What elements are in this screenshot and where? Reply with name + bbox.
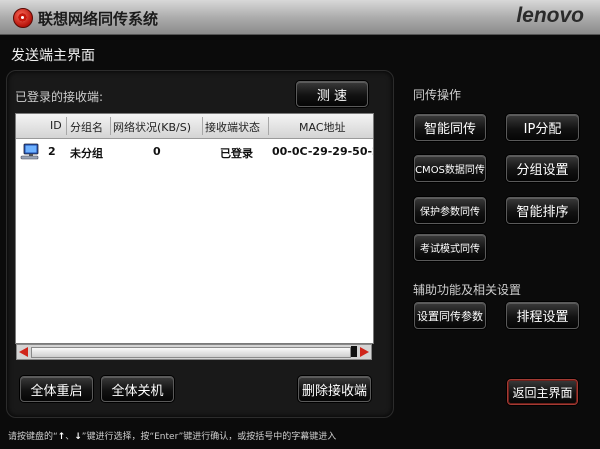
exam-mode-sync-button[interactable]: 考试模式同传: [414, 234, 486, 261]
logged-in-receivers-label: 已登录的接收端:: [15, 90, 104, 104]
scroll-thumb[interactable]: [31, 347, 351, 358]
app-title: 联想网络同传系统: [38, 10, 159, 28]
set-sync-params-button[interactable]: 设置同传参数: [414, 302, 486, 329]
title-bar: 联想网络同传系统 lenovo: [0, 0, 600, 35]
shutdown-all-button[interactable]: 全体关机: [101, 376, 174, 402]
delete-receiver-button[interactable]: 删除接收端: [298, 376, 371, 402]
table-row[interactable]: 2 未分组 0 已登录 00-0C-29-29-50-2E: [16, 141, 373, 163]
col-mac[interactable]: MAC地址: [299, 119, 346, 135]
scroll-end-marker: [351, 346, 357, 357]
group-settings-button[interactable]: 分组设置: [506, 155, 579, 182]
page-title: 发送端主界面: [11, 48, 95, 64]
list-header: ID 分组名 网络状况(KB/S) 接收端状态 MAC地址: [16, 114, 373, 139]
ip-assign-button[interactable]: IP分配: [506, 114, 579, 141]
row-group: 未分组: [70, 147, 103, 160]
col-divider: [66, 117, 67, 135]
down-arrow-icon: ↓: [74, 432, 82, 442]
scroll-right-arrow-icon[interactable]: [360, 347, 369, 357]
hint-text: 请按键盘的“: [8, 432, 58, 442]
row-network: 0: [153, 145, 161, 158]
scroll-left-arrow-icon[interactable]: [19, 347, 28, 357]
col-divider: [110, 117, 111, 135]
aux-settings-title: 辅助功能及相关设置: [413, 283, 522, 297]
row-status: 已登录: [220, 147, 253, 160]
schedule-settings-button[interactable]: 排程设置: [506, 302, 579, 329]
protect-params-sync-button[interactable]: 保护参数同传: [414, 197, 486, 224]
col-network[interactable]: 网络状况(KB/S): [113, 119, 191, 135]
keyboard-hint: 请按键盘的“↑、↓”键进行选择，按“Enter”键进行确认，或按括号中的字幕键进…: [8, 429, 336, 442]
col-divider: [268, 117, 269, 135]
row-mac: 00-0C-29-29-50-2E: [272, 145, 373, 158]
speed-test-button[interactable]: 测 速: [296, 81, 368, 107]
restart-all-button[interactable]: 全体重启: [20, 376, 93, 402]
computer-icon: [20, 143, 39, 160]
col-id[interactable]: ID: [50, 119, 62, 132]
return-main-button[interactable]: 返回主界面: [507, 379, 578, 405]
col-status[interactable]: 接收端状态: [205, 119, 260, 135]
row-id: 2: [48, 145, 56, 158]
receiver-list[interactable]: ID 分组名 网络状况(KB/S) 接收端状态 MAC地址 2 未分组 0 已登…: [15, 113, 374, 344]
lenovo-logo: lenovo: [516, 4, 584, 27]
smart-sync-button[interactable]: 智能同传: [414, 114, 486, 141]
hint-text: 、: [65, 432, 75, 442]
cmos-sync-button[interactable]: CMOS数据同传: [414, 155, 486, 182]
hint-text: ”键进行选择，按“Enter”键进行确认，或按括号中的字幕键进入: [81, 432, 337, 442]
col-group[interactable]: 分组名: [70, 119, 103, 135]
horizontal-scrollbar[interactable]: [16, 344, 372, 360]
col-divider: [202, 117, 203, 135]
sync-operations-title: 同传操作: [413, 88, 462, 102]
smart-sort-button[interactable]: 智能排序: [506, 197, 579, 224]
app-logo-icon: [13, 8, 33, 28]
